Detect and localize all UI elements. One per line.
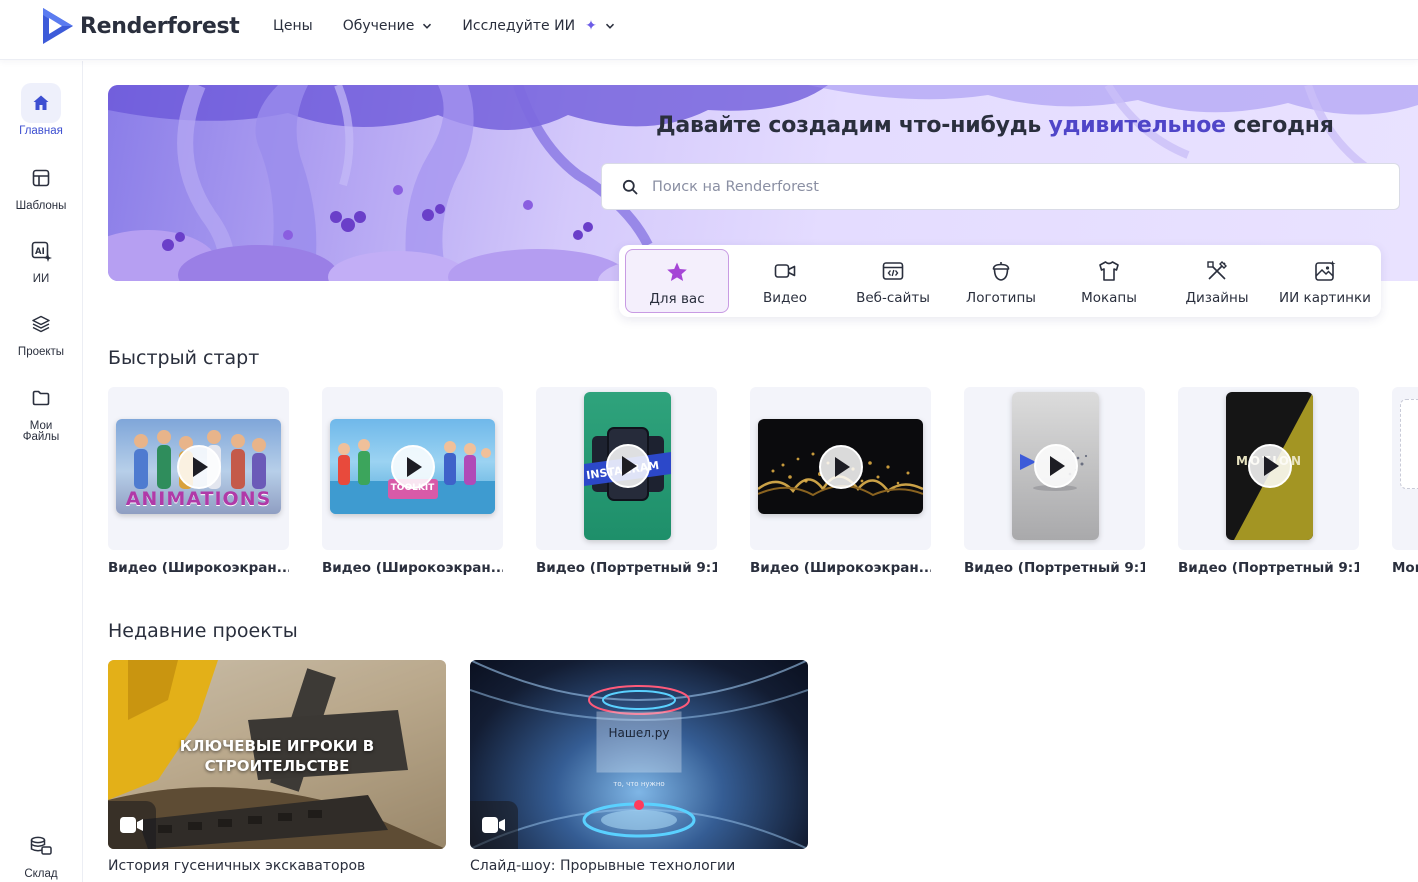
hero-title: Давайте создадим что-нибудь удивительное… [656,113,1334,138]
category-bar: Для вас Видео Веб-сайты Логотипы Мокапы … [619,245,1381,317]
acorn-logo-icon [992,262,1010,281]
play-icon[interactable] [1033,444,1078,488]
ai-icon: AI [21,231,61,271]
search-input[interactable] [652,178,1352,195]
category-mockups[interactable]: Мокапы [1057,249,1161,313]
quick-start-card[interactable] [750,387,931,550]
template-thumbnail [758,419,923,514]
recent-project-caption: История гусеничных экскаваторов [108,858,366,874]
quick-start-caption: Мок [1392,560,1418,576]
project-thumbnail-title: КЛЮЧЕВЫЕ ИГРОКИ В СТРОИТЕЛЬСТВЕ [179,737,375,775]
recent-projects-title: Недавние проекты [108,620,298,642]
chevron-down-icon [423,23,432,29]
play-icon[interactable] [176,444,221,489]
quick-start-card[interactable]: ANIMATIONS [108,387,289,550]
category-video[interactable]: Видео [733,249,837,313]
play-icon[interactable] [818,444,863,489]
layers-icon [21,304,61,344]
quick-start-caption: Видео (Портретный 9:1... [536,560,717,576]
quick-start-title: Быстрый старт [108,347,260,369]
video-badge-icon [108,801,156,849]
video-camera-icon [774,264,796,278]
project-thumbnail-title: Нашел.ру [608,726,670,740]
sparkle-icon: ✦ [585,18,597,34]
nav-learning[interactable]: Обучение [343,18,433,34]
recent-project-card[interactable]: Нашел.ру то, что нужно [470,660,808,849]
quick-start-caption: Видео (Портретный 9:1... [964,560,1145,576]
search-icon [622,179,638,194]
sidebar-item-storage[interactable]: Склад [0,826,82,880]
folder-icon [21,378,61,418]
video-badge-icon [470,801,518,849]
category-ai-images[interactable]: ИИ картинки [1273,249,1377,313]
website-icon [882,262,904,280]
left-sidebar: Главная Шаблоны AI ИИ Проекты Мои Файлы … [0,61,83,882]
renderforest-logo-icon [43,8,73,44]
top-header: Renderforest Цены Обучение Исследуйте ИИ… [0,0,1418,60]
quick-start-card[interactable]: INSTAGRAM [536,387,717,550]
sidebar-item-home[interactable]: Главная [0,83,82,137]
storage-icon [21,826,61,866]
project-thumbnail [470,660,808,849]
sidebar-item-my-files[interactable]: Мои Файлы [0,378,82,443]
category-designs[interactable]: Дизайны [1165,249,1269,313]
quick-start-caption: Видео (Широкоэкран... [750,560,931,576]
main-nav: Цены Обучение Исследуйте ИИ ✦ [273,0,645,52]
template-thumbnail: ANIMATIONS [116,419,281,514]
recent-project-card[interactable]: КЛЮЧЕВЫЕ ИГРОКИ В СТРОИТЕЛЬСТВЕ [108,660,446,849]
star-icon [667,262,687,281]
quick-start-caption: Видео (Портретный 9:1... [1178,560,1359,576]
sidebar-item-projects[interactable]: Проекты [0,304,82,358]
sidebar-item-ai[interactable]: AI ИИ [0,231,82,285]
template-thumbnail [1400,399,1418,489]
recent-project-caption: Слайд-шоу: Прорывные технологии [470,858,736,874]
brand-name: Renderforest [80,13,240,39]
template-thumbnail: INSTAGRAM [584,392,671,540]
template-thumbnail: MOTION [1226,392,1313,540]
sidebar-item-templates[interactable]: Шаблоны [0,158,82,212]
template-thumbnail: TOOLKIT [330,419,495,514]
templates-icon [21,158,61,198]
project-thumbnail-subtitle: то, что нужно [613,780,665,788]
play-icon[interactable] [1247,444,1292,488]
brand-logo[interactable]: Renderforest [40,6,240,46]
nav-explore-ai[interactable]: Исследуйте ИИ ✦ [462,18,614,34]
quick-start-card[interactable] [1392,387,1418,550]
category-for-you[interactable]: Для вас [625,249,729,313]
ai-image-icon [1315,260,1336,281]
play-icon[interactable] [390,444,435,489]
design-tools-icon [1207,261,1227,280]
quick-start-card[interactable] [964,387,1145,550]
play-icon[interactable] [605,444,650,488]
thumbnail-title: ANIMATIONS [125,488,272,510]
category-logos[interactable]: Логотипы [949,249,1053,313]
svg-text:AI: AI [35,247,45,257]
chevron-down-icon [605,23,614,29]
search-box[interactable] [601,163,1400,210]
quick-start-caption: Видео (Широкоэкран... [108,560,289,576]
quick-start-card[interactable]: MOTION [1178,387,1359,550]
home-icon [21,83,61,123]
quick-start-caption: Видео (Широкоэкран... [322,560,503,576]
tshirt-icon [1099,261,1119,281]
template-thumbnail [1012,392,1099,540]
quick-start-card[interactable]: TOOLKIT [322,387,503,550]
nav-pricing[interactable]: Цены [273,18,313,34]
category-websites[interactable]: Веб-сайты [841,249,945,313]
